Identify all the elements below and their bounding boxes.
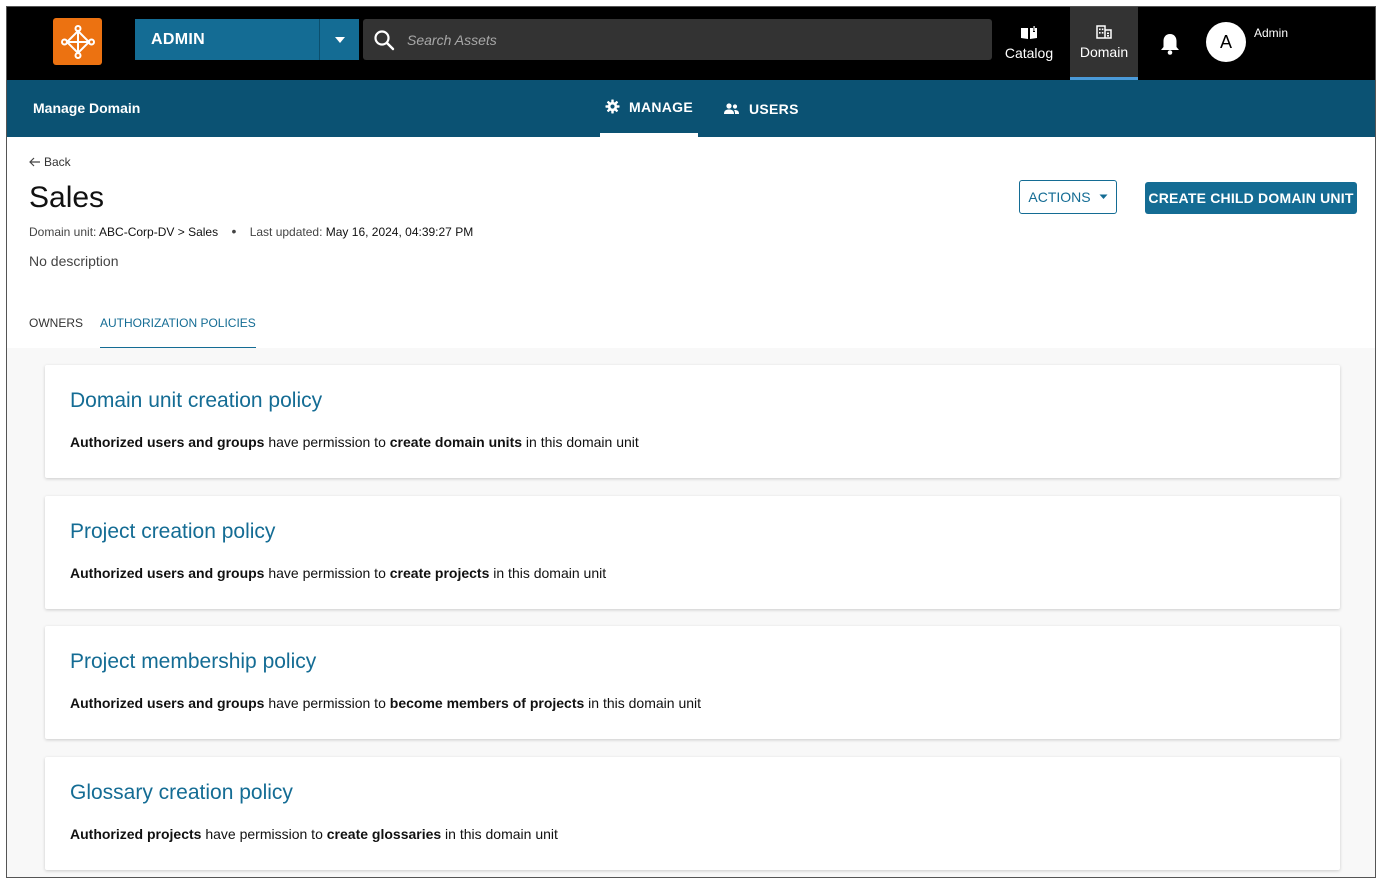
- policy-title[interactable]: Glossary creation policy: [70, 781, 293, 805]
- domain-select[interactable]: ADMIN: [135, 19, 359, 60]
- policy-tail: in this domain unit: [584, 695, 702, 711]
- back-link[interactable]: Back: [29, 155, 71, 169]
- bell-icon[interactable]: [1159, 32, 1181, 61]
- nav-catalog-label: Catalog: [1004, 45, 1054, 61]
- search-bar: [363, 19, 992, 60]
- policy-card: Project membership policy Authorized use…: [45, 626, 1340, 739]
- users-icon: [723, 102, 740, 115]
- policy-action: create domain units: [389, 434, 523, 450]
- search-icon: [374, 29, 395, 50]
- tab-users[interactable]: USERS: [723, 80, 799, 137]
- policy-title[interactable]: Project membership policy: [70, 650, 316, 674]
- page-title: Sales: [29, 181, 105, 214]
- policies-panel: Domain unit creation policy Authorized u…: [7, 348, 1375, 877]
- policy-description: Authorized users and groups have permiss…: [70, 434, 639, 450]
- policy-description: Authorized users and groups have permiss…: [70, 565, 606, 581]
- chevron-down-icon: [1099, 194, 1108, 199]
- chevron-down-icon[interactable]: [319, 19, 359, 60]
- policy-title[interactable]: Project creation policy: [70, 520, 275, 544]
- page-tabs: OWNERS AUTHORIZATION POLICIES: [29, 307, 1357, 349]
- tab-users-label: USERS: [749, 100, 799, 117]
- nav-catalog[interactable]: Catalog: [995, 7, 1063, 80]
- last-updated-label: Last updated:: [249, 225, 323, 239]
- nav-domain[interactable]: Domain: [1070, 7, 1138, 80]
- back-label: Back: [44, 155, 71, 169]
- policy-mid: have permission to: [201, 826, 327, 842]
- building-icon: [1096, 24, 1112, 39]
- book-icon: [1021, 26, 1037, 39]
- policy-mid: have permission to: [264, 565, 390, 581]
- policy-subject: Authorized users and groups: [70, 434, 265, 450]
- policy-card: Glossary creation policy Authorized proj…: [45, 757, 1340, 870]
- policy-tail: in this domain unit: [489, 565, 607, 581]
- policy-title[interactable]: Domain unit creation policy: [70, 389, 322, 413]
- policy-mid: have permission to: [264, 434, 390, 450]
- arrow-left-icon: [29, 157, 40, 167]
- create-child-domain-unit-button[interactable]: CREATE CHILD DOMAIN UNIT: [1145, 182, 1357, 214]
- nav-domain-label: Domain: [1079, 43, 1129, 60]
- tab-owners[interactable]: OWNERS: [29, 307, 83, 347]
- policy-mid: have permission to: [264, 695, 390, 711]
- domain-unit-value: ABC-Corp-DV > Sales: [99, 225, 219, 239]
- separator-dot: •: [231, 223, 237, 239]
- policy-description: Authorized users and groups have permiss…: [70, 695, 701, 711]
- tab-manage[interactable]: MANAGE: [600, 80, 698, 137]
- logo-icon: [60, 24, 95, 59]
- policy-action: become members of projects: [389, 695, 585, 711]
- actions-label: ACTIONS: [1028, 189, 1091, 205]
- domain-meta: Domain unit: ABC-Corp-DV > Sales • Last …: [29, 223, 473, 239]
- last-updated-value: May 16, 2024, 04:39:27 PM: [325, 225, 474, 239]
- actions-button[interactable]: ACTIONS: [1019, 180, 1117, 214]
- username-label[interactable]: Admin: [1254, 26, 1288, 40]
- domain-description: No description: [29, 253, 119, 269]
- sub-navigation: Manage Domain MANAGE USERS: [7, 80, 1375, 137]
- policy-card: Domain unit creation policy Authorized u…: [45, 365, 1340, 478]
- policy-tail: in this domain unit: [522, 434, 639, 450]
- domain-select-label: ADMIN: [151, 31, 205, 48]
- avatar[interactable]: A: [1206, 22, 1246, 62]
- policy-description: Authorized projects have permission to c…: [70, 826, 558, 842]
- policy-card: Project creation policy Authorized users…: [45, 496, 1340, 609]
- policy-tail: in this domain unit: [441, 826, 558, 842]
- domain-unit-label: Domain unit:: [29, 225, 97, 239]
- search-input[interactable]: [405, 30, 969, 49]
- policy-subject: Authorized projects: [70, 826, 202, 842]
- tab-manage-label: MANAGE: [628, 98, 694, 115]
- policy-action: create projects: [389, 565, 490, 581]
- app-window: ADMIN Catalog: [6, 6, 1376, 878]
- app-logo[interactable]: [53, 18, 102, 65]
- tab-authorization-policies[interactable]: AUTHORIZATION POLICIES: [100, 307, 256, 349]
- subnav-title: Manage Domain: [33, 100, 141, 116]
- gear-icon: [605, 99, 620, 114]
- top-bar: ADMIN Catalog: [7, 7, 1375, 80]
- policy-action: create glossaries: [326, 826, 442, 842]
- policy-subject: Authorized users and groups: [70, 565, 265, 581]
- policy-subject: Authorized users and groups: [70, 695, 265, 711]
